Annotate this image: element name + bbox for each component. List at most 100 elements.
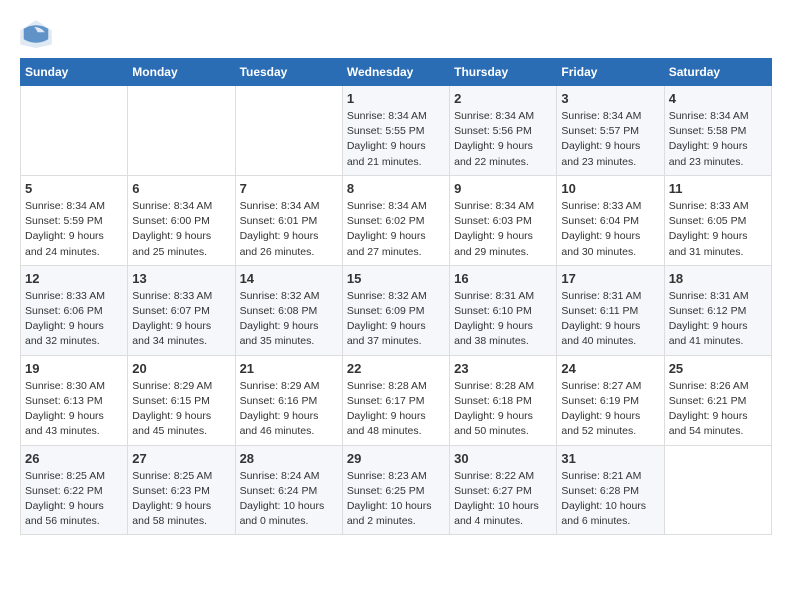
calendar-cell: 12 Sunrise: 8:33 AMSunset: 6:06 PMDaylig… (21, 265, 128, 355)
day-info: Sunrise: 8:32 AMSunset: 6:09 PMDaylight:… (347, 289, 445, 350)
day-info: Sunrise: 8:25 AMSunset: 6:22 PMDaylight:… (25, 469, 123, 530)
calendar-cell: 30 Sunrise: 8:22 AMSunset: 6:27 PMDaylig… (450, 445, 557, 535)
day-info: Sunrise: 8:23 AMSunset: 6:25 PMDaylight:… (347, 469, 445, 530)
day-info: Sunrise: 8:34 AMSunset: 6:02 PMDaylight:… (347, 199, 445, 260)
day-info: Sunrise: 8:33 AMSunset: 6:05 PMDaylight:… (669, 199, 767, 260)
calendar-cell: 10 Sunrise: 8:33 AMSunset: 6:04 PMDaylig… (557, 175, 664, 265)
day-info: Sunrise: 8:33 AMSunset: 6:04 PMDaylight:… (561, 199, 659, 260)
day-info: Sunrise: 8:34 AMSunset: 6:01 PMDaylight:… (240, 199, 338, 260)
calendar-cell: 16 Sunrise: 8:31 AMSunset: 6:10 PMDaylig… (450, 265, 557, 355)
calendar-cell: 1 Sunrise: 8:34 AMSunset: 5:55 PMDayligh… (342, 86, 449, 176)
day-info: Sunrise: 8:34 AMSunset: 5:58 PMDaylight:… (669, 109, 767, 170)
day-info: Sunrise: 8:28 AMSunset: 6:18 PMDaylight:… (454, 379, 552, 440)
weekday-header-sunday: Sunday (21, 59, 128, 86)
day-number: 2 (454, 91, 552, 106)
day-info: Sunrise: 8:31 AMSunset: 6:11 PMDaylight:… (561, 289, 659, 350)
day-number: 26 (25, 451, 123, 466)
day-number: 14 (240, 271, 338, 286)
calendar-cell: 24 Sunrise: 8:27 AMSunset: 6:19 PMDaylig… (557, 355, 664, 445)
calendar-cell: 11 Sunrise: 8:33 AMSunset: 6:05 PMDaylig… (664, 175, 771, 265)
day-number: 12 (25, 271, 123, 286)
day-number: 9 (454, 181, 552, 196)
day-info: Sunrise: 8:33 AMSunset: 6:07 PMDaylight:… (132, 289, 230, 350)
logo-icon (20, 20, 52, 48)
calendar-cell: 28 Sunrise: 8:24 AMSunset: 6:24 PMDaylig… (235, 445, 342, 535)
day-info: Sunrise: 8:30 AMSunset: 6:13 PMDaylight:… (25, 379, 123, 440)
calendar-cell: 6 Sunrise: 8:34 AMSunset: 6:00 PMDayligh… (128, 175, 235, 265)
day-info: Sunrise: 8:22 AMSunset: 6:27 PMDaylight:… (454, 469, 552, 530)
day-number: 25 (669, 361, 767, 376)
day-info: Sunrise: 8:34 AMSunset: 5:59 PMDaylight:… (25, 199, 123, 260)
day-number: 29 (347, 451, 445, 466)
day-info: Sunrise: 8:34 AMSunset: 5:57 PMDaylight:… (561, 109, 659, 170)
day-info: Sunrise: 8:31 AMSunset: 6:12 PMDaylight:… (669, 289, 767, 350)
day-number: 30 (454, 451, 552, 466)
calendar-cell: 3 Sunrise: 8:34 AMSunset: 5:57 PMDayligh… (557, 86, 664, 176)
calendar-cell: 13 Sunrise: 8:33 AMSunset: 6:07 PMDaylig… (128, 265, 235, 355)
day-info: Sunrise: 8:27 AMSunset: 6:19 PMDaylight:… (561, 379, 659, 440)
day-number: 7 (240, 181, 338, 196)
calendar-cell: 20 Sunrise: 8:29 AMSunset: 6:15 PMDaylig… (128, 355, 235, 445)
weekday-header-friday: Friday (557, 59, 664, 86)
day-number: 28 (240, 451, 338, 466)
day-info: Sunrise: 8:26 AMSunset: 6:21 PMDaylight:… (669, 379, 767, 440)
day-number: 10 (561, 181, 659, 196)
day-number: 19 (25, 361, 123, 376)
calendar-cell: 27 Sunrise: 8:25 AMSunset: 6:23 PMDaylig… (128, 445, 235, 535)
day-info: Sunrise: 8:31 AMSunset: 6:10 PMDaylight:… (454, 289, 552, 350)
calendar-cell: 25 Sunrise: 8:26 AMSunset: 6:21 PMDaylig… (664, 355, 771, 445)
weekday-header-wednesday: Wednesday (342, 59, 449, 86)
day-info: Sunrise: 8:21 AMSunset: 6:28 PMDaylight:… (561, 469, 659, 530)
day-info: Sunrise: 8:34 AMSunset: 6:03 PMDaylight:… (454, 199, 552, 260)
calendar-cell: 14 Sunrise: 8:32 AMSunset: 6:08 PMDaylig… (235, 265, 342, 355)
day-number: 1 (347, 91, 445, 106)
day-number: 4 (669, 91, 767, 106)
day-number: 22 (347, 361, 445, 376)
calendar-cell: 29 Sunrise: 8:23 AMSunset: 6:25 PMDaylig… (342, 445, 449, 535)
calendar-cell (235, 86, 342, 176)
day-number: 27 (132, 451, 230, 466)
weekday-header-thursday: Thursday (450, 59, 557, 86)
day-number: 11 (669, 181, 767, 196)
calendar-cell (21, 86, 128, 176)
day-number: 13 (132, 271, 230, 286)
day-info: Sunrise: 8:34 AMSunset: 6:00 PMDaylight:… (132, 199, 230, 260)
logo (20, 20, 56, 48)
calendar-cell: 19 Sunrise: 8:30 AMSunset: 6:13 PMDaylig… (21, 355, 128, 445)
day-number: 23 (454, 361, 552, 376)
weekday-header-saturday: Saturday (664, 59, 771, 86)
calendar-cell: 17 Sunrise: 8:31 AMSunset: 6:11 PMDaylig… (557, 265, 664, 355)
day-info: Sunrise: 8:33 AMSunset: 6:06 PMDaylight:… (25, 289, 123, 350)
day-number: 17 (561, 271, 659, 286)
day-number: 21 (240, 361, 338, 376)
calendar-cell: 9 Sunrise: 8:34 AMSunset: 6:03 PMDayligh… (450, 175, 557, 265)
day-number: 20 (132, 361, 230, 376)
calendar-table: SundayMondayTuesdayWednesdayThursdayFrid… (20, 58, 772, 535)
calendar-cell: 22 Sunrise: 8:28 AMSunset: 6:17 PMDaylig… (342, 355, 449, 445)
day-info: Sunrise: 8:25 AMSunset: 6:23 PMDaylight:… (132, 469, 230, 530)
day-info: Sunrise: 8:29 AMSunset: 6:16 PMDaylight:… (240, 379, 338, 440)
weekday-header-monday: Monday (128, 59, 235, 86)
calendar-cell: 4 Sunrise: 8:34 AMSunset: 5:58 PMDayligh… (664, 86, 771, 176)
day-number: 8 (347, 181, 445, 196)
day-number: 5 (25, 181, 123, 196)
day-number: 6 (132, 181, 230, 196)
calendar-cell: 23 Sunrise: 8:28 AMSunset: 6:18 PMDaylig… (450, 355, 557, 445)
day-number: 31 (561, 451, 659, 466)
day-info: Sunrise: 8:24 AMSunset: 6:24 PMDaylight:… (240, 469, 338, 530)
calendar-cell: 21 Sunrise: 8:29 AMSunset: 6:16 PMDaylig… (235, 355, 342, 445)
day-info: Sunrise: 8:32 AMSunset: 6:08 PMDaylight:… (240, 289, 338, 350)
day-info: Sunrise: 8:28 AMSunset: 6:17 PMDaylight:… (347, 379, 445, 440)
day-number: 24 (561, 361, 659, 376)
calendar-cell: 26 Sunrise: 8:25 AMSunset: 6:22 PMDaylig… (21, 445, 128, 535)
calendar-cell: 5 Sunrise: 8:34 AMSunset: 5:59 PMDayligh… (21, 175, 128, 265)
calendar-cell: 15 Sunrise: 8:32 AMSunset: 6:09 PMDaylig… (342, 265, 449, 355)
day-number: 18 (669, 271, 767, 286)
calendar-cell: 2 Sunrise: 8:34 AMSunset: 5:56 PMDayligh… (450, 86, 557, 176)
day-info: Sunrise: 8:34 AMSunset: 5:56 PMDaylight:… (454, 109, 552, 170)
calendar-cell (128, 86, 235, 176)
day-info: Sunrise: 8:34 AMSunset: 5:55 PMDaylight:… (347, 109, 445, 170)
day-number: 15 (347, 271, 445, 286)
calendar-cell: 18 Sunrise: 8:31 AMSunset: 6:12 PMDaylig… (664, 265, 771, 355)
calendar-cell: 7 Sunrise: 8:34 AMSunset: 6:01 PMDayligh… (235, 175, 342, 265)
